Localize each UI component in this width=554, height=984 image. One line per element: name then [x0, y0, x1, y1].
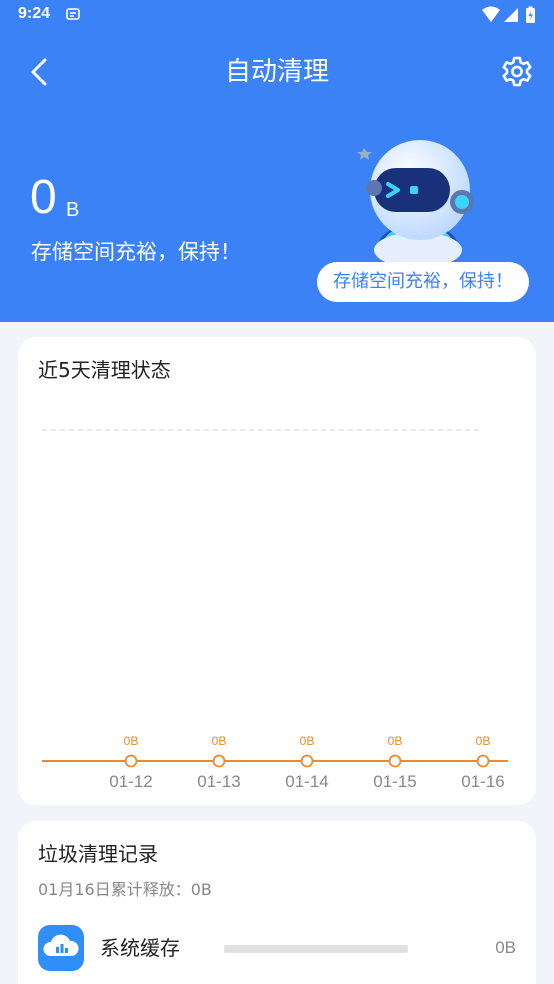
data-label: 0B [124, 734, 139, 748]
data-point [300, 754, 314, 768]
data-point [124, 754, 138, 768]
cleanup-records-card: 垃圾清理记录 01月16日累计释放：0B 系统缓存 0B [18, 821, 536, 984]
x-tick-label: 01-13 [197, 772, 240, 791]
wifi-icon [482, 6, 500, 22]
data-label: 0B [476, 734, 491, 748]
record-row-system-cache[interactable]: 系统缓存 0B [38, 923, 516, 971]
record-progress-bar [224, 945, 408, 953]
header-banner: 9:24 自动清理 0 B 存储空间充裕，保持！ 存储空间充裕，保持！ [0, 0, 554, 322]
record-value: 0B [495, 938, 516, 957]
storage-size-unit: B [66, 199, 80, 221]
gear-icon [502, 56, 532, 87]
status-time: 9:24 [18, 5, 51, 22]
cleanup-chart-card: 近5天清理状态 0B 01-12 0B 01-13 0B 01-14 0B 01-15 0B 01… [18, 337, 536, 805]
storage-size-value: 0 [30, 171, 57, 224]
cast-icon [66, 8, 80, 20]
data-label: 0B [388, 734, 403, 748]
x-tick-label: 01-15 [373, 772, 416, 791]
signal-icon [504, 8, 518, 22]
data-label: 0B [300, 734, 315, 748]
data-point [388, 754, 402, 768]
settings-button[interactable] [500, 55, 534, 89]
title-bar: 自动清理 [0, 44, 554, 100]
records-subtitle: 01月16日累计释放：0B [38, 880, 212, 899]
page-title: 自动清理 [224, 57, 329, 87]
record-icon [38, 925, 84, 971]
cleanup-line-chart: 0B 01-12 0B 01-13 0B 01-14 0B 01-15 0B 01-16 [42, 429, 508, 791]
data-label: 0B [212, 734, 227, 748]
status-bubble: 存储空间充裕，保持！ [317, 262, 529, 302]
storage-status-message: 存储空间充裕，保持！ [31, 240, 241, 264]
data-point [476, 754, 490, 768]
x-tick-label: 01-12 [109, 772, 152, 791]
status-bar: 9:24 [0, 0, 554, 30]
cloud-chart-icon [43, 934, 79, 956]
robot-mascot-icon [357, 140, 474, 268]
records-title: 垃圾清理记录 [38, 842, 158, 866]
x-tick-label: 01-14 [285, 772, 328, 791]
record-name: 系统缓存 [100, 936, 180, 960]
status-icons [482, 6, 535, 23]
x-tick-label: 01-16 [461, 772, 504, 791]
data-point [212, 754, 226, 768]
